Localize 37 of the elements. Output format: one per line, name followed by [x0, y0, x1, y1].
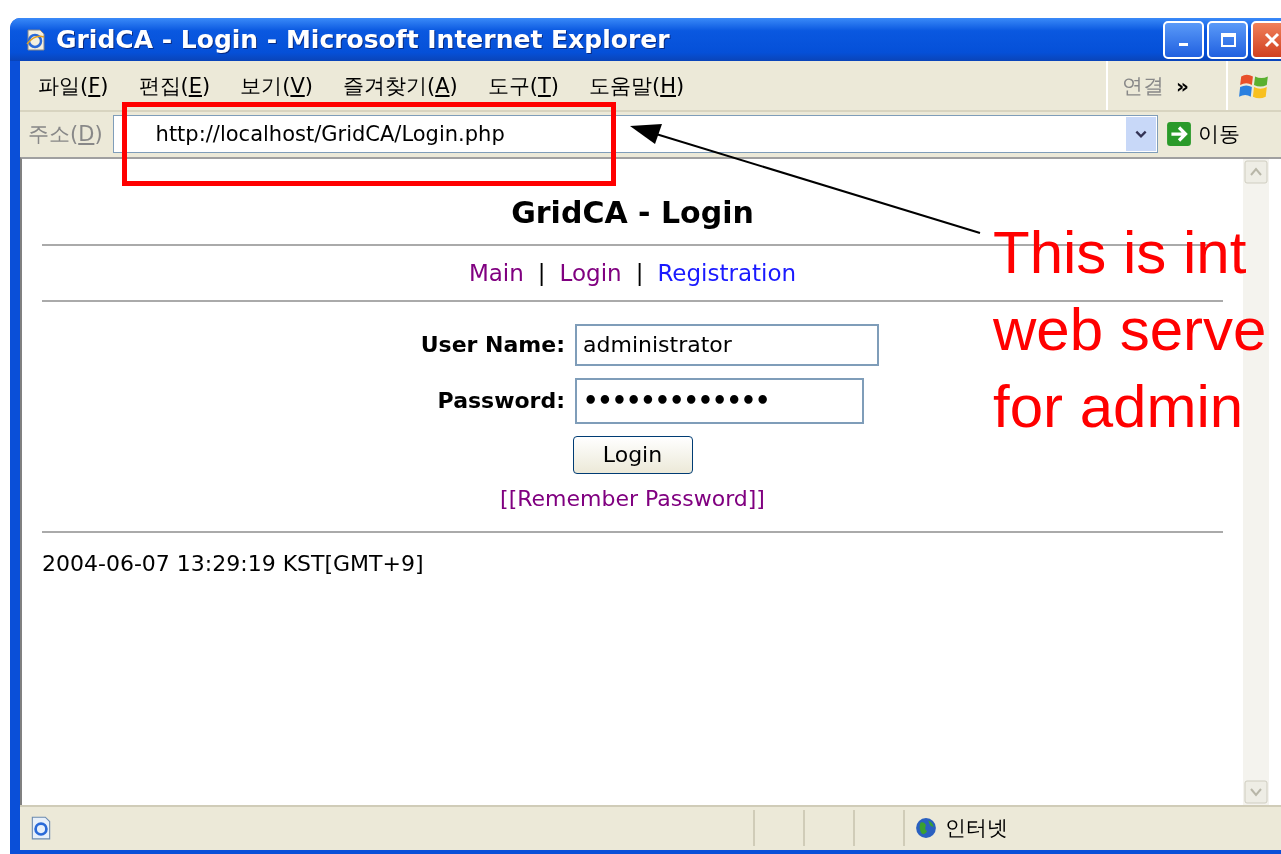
- login-button[interactable]: Login: [572, 435, 693, 474]
- window-title: GridCA - Login - Microsoft Internet Explorer: [56, 25, 671, 54]
- browser-page-icon: [24, 27, 48, 52]
- minimize-icon: [1179, 43, 1188, 46]
- menu-item[interactable]: 도움말(H): [589, 71, 685, 100]
- close-button[interactable]: [1251, 20, 1281, 59]
- nav-separator: |: [635, 259, 644, 286]
- nav-link[interactable]: Registration: [657, 259, 797, 286]
- field-label: Password:: [436, 388, 565, 414]
- links-label: 연결: [1122, 72, 1164, 100]
- nav-separator: |: [537, 259, 546, 286]
- dropdown-button[interactable]: [1125, 117, 1156, 152]
- menu-item[interactable]: 즐겨찾기(A): [342, 71, 458, 100]
- menu-item[interactable]: 파일(F): [38, 71, 109, 100]
- go-button[interactable]: 이동: [1157, 120, 1240, 149]
- annotation-text: web serve: [993, 295, 1267, 365]
- maximize-button[interactable]: [1207, 20, 1248, 59]
- annotation-text: for admin: [993, 372, 1245, 442]
- address-field[interactable]: http://localhost/GridCA/Login.php: [112, 115, 1158, 154]
- address-label: 주소(D): [27, 121, 104, 149]
- menu-item[interactable]: 도구(T): [487, 71, 559, 100]
- password-field[interactable]: •••••••••••••: [575, 377, 864, 424]
- arrow-right-icon: [1165, 121, 1192, 148]
- menu-item[interactable]: 보기(V): [240, 71, 313, 100]
- chevron-button[interactable]: »: [1176, 73, 1189, 98]
- remember-password-link[interactable]: [[Remember Password]]: [500, 485, 765, 511]
- timestamp: 2004-06-07 13:29:19 KST[GMT+9]: [42, 550, 425, 576]
- nav-link[interactable]: Main: [468, 259, 524, 286]
- username-field[interactable]: administrator: [575, 323, 879, 366]
- globe-icon: [915, 817, 937, 840]
- nav-link[interactable]: Login: [559, 259, 622, 286]
- menu-item[interactable]: 편집(E): [138, 71, 211, 100]
- field-label: User Name:: [419, 332, 565, 358]
- minimize-button[interactable]: [1163, 20, 1204, 59]
- zone-label: 인터넷: [945, 815, 1008, 843]
- page-heading: GridCA - Login: [510, 194, 755, 230]
- annotation-text: This is int: [993, 218, 1248, 288]
